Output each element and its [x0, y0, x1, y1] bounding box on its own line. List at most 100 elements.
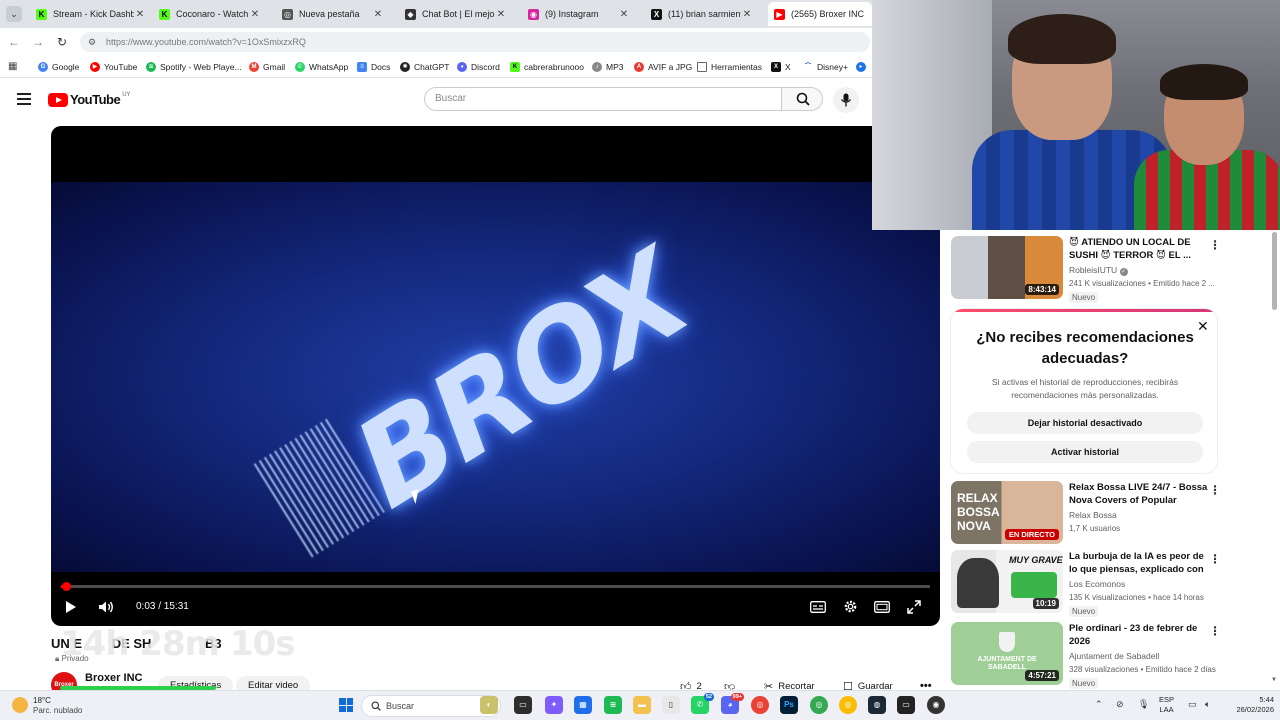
bookmark-spotify[interactable]: ≋ Spotify - Web Playe... — [146, 60, 242, 74]
weather-temperature[interactable]: 18°C — [33, 696, 51, 705]
widget-icon[interactable]: ◐ — [480, 696, 498, 714]
search-input[interactable]: Buscar — [424, 87, 782, 111]
bookmark-folder-herramientas[interactable]: Herramientas — [697, 60, 762, 74]
obs-icon[interactable]: ◉ — [927, 696, 945, 714]
recommendation-channel[interactable]: Relax Bossa — [1069, 510, 1117, 520]
settings-button[interactable] — [840, 598, 860, 616]
calculator-icon[interactable]: ▦ — [574, 696, 592, 714]
start-menu-icon[interactable] — [339, 698, 353, 712]
bookmark-avif[interactable]: A AVIF a JPG — [634, 60, 692, 74]
tab-youtube-broxer[interactable]: ▶ (2565) Broxer INC - Y — [768, 2, 872, 26]
bookmark-youtube[interactable]: ▶ YouTube — [90, 60, 137, 74]
channel-name[interactable]: Broxer INC — [85, 672, 142, 684]
more-vertical-icon[interactable]: ⋮ — [1209, 624, 1221, 638]
display-icon[interactable]: ▭ — [1188, 699, 1197, 710]
task-view-icon[interactable]: ▭ — [514, 696, 532, 714]
bookmark-kick[interactable]: Kcabrerabrunooo — [510, 60, 584, 74]
more-vertical-icon[interactable]: ⋮ — [1209, 552, 1221, 566]
video-player[interactable]: BROX 0:03 / 15:31 — [51, 126, 940, 626]
file-explorer-icon[interactable]: ▬ — [633, 696, 651, 714]
tab-new-tab[interactable]: ◎ Nueva pestaña ✕ — [276, 4, 390, 24]
video-thumbnail[interactable]: 8:43:14 — [951, 236, 1063, 299]
recommendation-title[interactable]: La burbuja de la IA es peor de lo que pi… — [1069, 550, 1209, 578]
whatsapp-icon[interactable]: ✆ 52 — [691, 693, 714, 714]
voice-search-button[interactable] — [833, 87, 859, 113]
scrubber-knob[interactable] — [61, 582, 71, 591]
fullscreen-button[interactable] — [904, 598, 924, 616]
back-arrow-icon[interactable]: ← — [6, 34, 22, 50]
scrollbar-thumb[interactable] — [1272, 232, 1277, 310]
volume-button[interactable] — [96, 598, 116, 616]
scroll-down-icon[interactable]: ▼ — [1271, 677, 1277, 683]
tab-coconaro[interactable]: K Coconaro - Watch cli ✕ — [153, 4, 267, 24]
system-clock[interactable]: 5:44 26/02/2026 — [1226, 695, 1274, 715]
reload-icon[interactable]: ↻ — [54, 34, 70, 50]
video-thumbnail[interactable]: RELAX BOSSA NOVA EN DIRECTO — [951, 481, 1063, 544]
weather-description[interactable]: Parc. nublado — [33, 706, 82, 715]
video-thumbnail[interactable]: AJUNTAMENT DE SABADELL 4:57:21 — [951, 622, 1063, 685]
bookmark-gmail[interactable]: M Gmail — [249, 60, 285, 74]
chrome-profile-icon[interactable]: ◎ — [810, 696, 828, 714]
microphone-icon[interactable]: 🎙︎ — [1138, 699, 1149, 710]
keep-history-off-button[interactable]: Dejar historial desactivado — [967, 412, 1203, 434]
recommendation-title[interactable]: 😈 ATIENDO UN LOCAL DE SUSHI 😈 TERROR 😈 E… — [1069, 236, 1209, 262]
keyboard-language[interactable]: ESP LAA — [1159, 695, 1174, 715]
bookmark-x[interactable]: XX — [771, 60, 791, 74]
address-bar[interactable]: ⚙ https://www.youtube.com/watch?v=1OxSmi… — [80, 32, 870, 52]
tab-search-icon[interactable]: ⌄ — [6, 6, 22, 22]
recommendation-item[interactable]: MUY GRAVE 10:19 La burbuja de la IA es p… — [951, 550, 1221, 617]
progress-bar[interactable] — [61, 582, 930, 591]
recommendation-channel[interactable]: RobleisIUTU ✓ — [1069, 265, 1128, 276]
close-icon[interactable]: ✕ — [618, 9, 630, 20]
tab-kick-dashboard[interactable]: K Stream - Kick Dashbo ✕ — [30, 4, 152, 24]
recommendation-channel[interactable]: Los Ecomonos — [1069, 579, 1125, 589]
video-frame[interactable]: BROX — [51, 182, 940, 572]
recommendation-title[interactable]: Ple ordinari - 23 de febrer de 2026 — [1069, 622, 1209, 648]
recommendation-title[interactable]: Relax Bossa LIVE 24/7 - Bossa Nova Cover… — [1069, 481, 1209, 509]
discord-icon[interactable]: ◕ 99+ — [721, 693, 744, 714]
recommendation-channel[interactable]: Ajuntament de Sabadell — [1069, 651, 1159, 661]
close-icon[interactable]: ✕ — [372, 9, 384, 20]
bookmark-discord[interactable]: ◕ Discord — [457, 60, 500, 74]
more-vertical-icon[interactable]: ⋮ — [1209, 483, 1221, 497]
steam-icon[interactable]: ◍ — [868, 696, 886, 714]
network-off-icon[interactable]: ⊘ — [1116, 699, 1124, 710]
tray-overflow-icon[interactable]: ⌃ — [1095, 699, 1103, 710]
apps-grid-icon[interactable]: ▦ — [8, 61, 19, 72]
subtitles-button[interactable] — [808, 598, 828, 616]
chrome-profile-2-icon[interactable]: ◎ — [839, 696, 857, 714]
bookmark-whatsapp[interactable]: ✆ WhatsApp — [295, 60, 348, 74]
terminal-icon[interactable]: ▭ — [897, 696, 915, 714]
bookmark-more[interactable]: ▸ — [856, 60, 870, 74]
chrome-icon[interactable]: ◎ — [751, 696, 769, 714]
site-settings-icon[interactable]: ⚙ — [88, 32, 96, 52]
theater-mode-button[interactable] — [872, 598, 892, 616]
bookmark-chatgpt[interactable]: ✺ ChatGPT — [400, 60, 449, 74]
menu-icon[interactable] — [17, 93, 31, 105]
forward-arrow-icon[interactable]: → — [30, 34, 46, 50]
bookmark-google[interactable]: G Google — [38, 60, 79, 74]
more-vertical-icon[interactable]: ⋮ — [1209, 238, 1221, 252]
turn-on-history-button[interactable]: Activar historial — [967, 441, 1203, 463]
bookmark-docs[interactable]: ≡ Docs — [357, 60, 390, 74]
play-button[interactable] — [61, 598, 81, 616]
spotify-icon[interactable]: ≋ — [604, 696, 622, 714]
weather-icon[interactable] — [12, 697, 28, 713]
photoshop-icon[interactable]: Ps — [780, 696, 798, 714]
close-icon[interactable]: ✕ — [495, 9, 507, 20]
close-icon[interactable]: ✕ — [249, 9, 261, 20]
speaker-icon[interactable]: 🔈︎ — [1205, 699, 1210, 710]
tab-chatbot[interactable]: ◆ Chat Bot | El mejor s ✕ — [399, 4, 513, 24]
copilot-icon[interactable]: ✦ — [545, 696, 563, 714]
close-icon[interactable]: ✕ — [741, 9, 753, 20]
recommendation-item[interactable]: AJUNTAMENT DE SABADELL 4:57:21 Ple ordin… — [951, 622, 1221, 689]
tab-instagram[interactable]: ◉ (9) Instagram ✕ — [522, 4, 636, 24]
video-thumbnail[interactable]: MUY GRAVE 10:19 — [951, 550, 1063, 613]
youtube-logo[interactable]: YouTube UY — [48, 92, 131, 107]
recommendation-item[interactable]: RELAX BOSSA NOVA EN DIRECTO Relax Bossa … — [951, 481, 1221, 547]
search-button[interactable] — [781, 87, 823, 111]
recommendation-item[interactable]: 8:43:14 😈 ATIENDO UN LOCAL DE SUSHI 😈 TE… — [951, 236, 1221, 303]
bookmark-mp3[interactable]: ♪ MP3 — [592, 60, 623, 74]
tab-x-brian[interactable]: X (11) brian sarmiento ✕ — [645, 4, 759, 24]
bookmark-disney[interactable]: ⌒ Disney+ — [803, 60, 848, 74]
